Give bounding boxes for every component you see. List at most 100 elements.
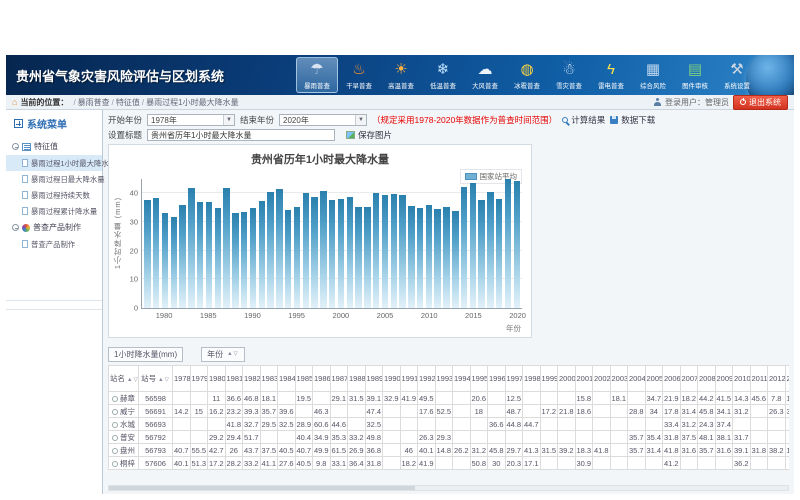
save-image-button[interactable]: 保存图片: [346, 129, 392, 141]
station-id-header[interactable]: 站号▲▽: [139, 366, 173, 392]
value-cell: 40.1: [418, 444, 436, 457]
toolbar-item-drought[interactable]: ♨干旱普查: [338, 57, 380, 93]
year-header-1994[interactable]: 1994: [453, 366, 471, 392]
year-header-2007[interactable]: 2007: [680, 366, 698, 392]
calculate-button[interactable]: 计算结果: [562, 114, 605, 126]
start-year-select[interactable]: 1978年 ▼: [147, 114, 235, 126]
year-header-1995[interactable]: 1995: [470, 366, 488, 392]
year-header-2011[interactable]: 2011: [750, 366, 768, 392]
sort-arrows-icon[interactable]: ▲▽: [127, 377, 139, 383]
year-header-2004[interactable]: 2004: [628, 366, 646, 392]
year-header-2006[interactable]: 2006: [663, 366, 681, 392]
year-header-1980[interactable]: 1980: [208, 366, 226, 392]
toolbar-item-hail[interactable]: ◍冰雹普查: [506, 57, 548, 93]
year-header-1999[interactable]: 1999: [540, 366, 558, 392]
year-header-2008[interactable]: 2008: [698, 366, 716, 392]
year-header-1996[interactable]: 1996: [488, 366, 506, 392]
year-header-2000[interactable]: 2000: [558, 366, 576, 392]
year-header-1982[interactable]: 1982: [243, 366, 261, 392]
value-cell: 51.7: [243, 431, 261, 444]
logout-button[interactable]: 退出系统: [733, 95, 788, 110]
station-name-cell: 威宁: [109, 405, 139, 418]
row-radio-button[interactable]: [112, 396, 118, 402]
chart-bar-1984: [197, 202, 203, 308]
start-year-value: 1978年: [151, 115, 177, 126]
disk-icon: [610, 116, 618, 124]
year-header-2003[interactable]: 2003: [610, 366, 628, 392]
year-header-1979[interactable]: 1979: [190, 366, 208, 392]
chart-title: 贵州省历年1小时最大降水量: [109, 145, 531, 167]
value-cell: 40.1: [173, 457, 191, 470]
value-cell: 34.9: [313, 431, 331, 444]
sidebar-item-0-2[interactable]: 暴雨过程持续天数: [6, 187, 102, 203]
toolbar-item-settings[interactable]: ⚒系统设置: [716, 57, 758, 93]
row-radio-button[interactable]: [112, 461, 118, 467]
year-header-1986[interactable]: 1986: [313, 366, 331, 392]
user-area: 登录用户：管理员 退出系统: [654, 95, 788, 110]
value-cell: 18.2: [680, 392, 698, 405]
year-header-2001[interactable]: 2001: [575, 366, 593, 392]
chart-title-input[interactable]: [147, 129, 335, 141]
table-metric-control[interactable]: 1小时降水量(mm): [108, 347, 183, 362]
sort-arrows-icon[interactable]: ▲▽: [158, 377, 170, 383]
year-header-1998[interactable]: 1998: [523, 366, 541, 392]
toolbar-item-rainstorm[interactable]: ☂暴雨普查: [296, 57, 338, 93]
row-radio-button[interactable]: [112, 422, 118, 428]
toolbar-item-snow[interactable]: ☃雪灾普查: [548, 57, 590, 93]
year-header-1981[interactable]: 1981: [225, 366, 243, 392]
row-radio-button[interactable]: [112, 448, 118, 454]
table-sort-year-control[interactable]: 年份 ▲▽: [201, 347, 245, 362]
breadcrumb-segment[interactable]: 特征值: [116, 98, 140, 107]
breadcrumb-segment[interactable]: 暴雨过程1小时最大降水量: [146, 98, 238, 107]
sidebar-item-0-3[interactable]: 暴雨过程累计降水量: [6, 203, 102, 219]
year-header-1984[interactable]: 1984: [278, 366, 296, 392]
value-cell: 39.6: [278, 405, 296, 418]
year-header-2012[interactable]: 2012: [768, 366, 786, 392]
year-header-1993[interactable]: 1993: [435, 366, 453, 392]
chart-bar-2015: [470, 183, 476, 308]
year-header-1978[interactable]: 1978: [173, 366, 191, 392]
sidebar-item-0-1[interactable]: 暴雨过程日最大降水量: [6, 171, 102, 187]
year-header-1985[interactable]: 1985: [295, 366, 313, 392]
toolbar-item-map-review[interactable]: ▤图件审核: [674, 57, 716, 93]
end-year-select[interactable]: 2020年 ▼: [279, 114, 367, 126]
lightning-icon: ϟ: [607, 59, 615, 81]
year-header-2002[interactable]: 2002: [593, 366, 611, 392]
year-header-1991[interactable]: 1991: [400, 366, 418, 392]
chart-bar-2013: [452, 211, 458, 308]
toolbar-item-low-temp[interactable]: ❄低温普查: [422, 57, 464, 93]
sidebar-group-1[interactable]: 普查产品制作: [6, 219, 102, 236]
toolbar-item-lightning[interactable]: ϟ雷电普查: [590, 57, 632, 93]
sidebar-group-0[interactable]: 特征值: [6, 138, 102, 155]
year-header-1992[interactable]: 1992: [418, 366, 436, 392]
toolbar-item-risk[interactable]: ▦综合风险: [632, 57, 674, 93]
row-radio-button[interactable]: [112, 435, 118, 441]
breadcrumb-segment[interactable]: 暴雨普查: [78, 98, 110, 107]
collapse-toggle-icon[interactable]: [12, 143, 19, 150]
year-header-1988[interactable]: 1988: [348, 366, 366, 392]
year-header-1997[interactable]: 1997: [505, 366, 523, 392]
table-header-row: 站名▲▽站号▲▽19781979198019811982198319841985…: [109, 366, 790, 392]
toolbar-item-high-temp[interactable]: ☀高温普查: [380, 57, 422, 93]
download-button[interactable]: 数据下载: [610, 114, 655, 126]
year-header-2005[interactable]: 2005: [645, 366, 663, 392]
year-header-1989[interactable]: 1989: [365, 366, 383, 392]
year-header-2009[interactable]: 2009: [715, 366, 733, 392]
year-header-1990[interactable]: 1990: [383, 366, 401, 392]
sidebar-item-1-0[interactable]: 普查产品制作: [6, 236, 102, 252]
year-header-2010[interactable]: 2010: [733, 366, 751, 392]
sidebar-item-label: 暴雨过程日最大降水量: [31, 174, 105, 184]
value-cell: [680, 457, 698, 470]
year-header-2013[interactable]: 2013: [785, 366, 789, 392]
collapse-toggle-icon[interactable]: [12, 224, 19, 231]
value-cell: 34: [645, 405, 663, 418]
toolbar-item-label: 干旱普查: [346, 81, 372, 90]
toolbar-item-wind[interactable]: ☁大风普查: [464, 57, 506, 93]
row-radio-button[interactable]: [112, 409, 118, 415]
scrollbar-thumb[interactable]: [109, 486, 415, 490]
year-header-1987[interactable]: 1987: [330, 366, 348, 392]
station-name-header[interactable]: 站名▲▽: [109, 366, 139, 392]
horizontal-scrollbar[interactable]: [108, 485, 789, 491]
sidebar-item-0-0[interactable]: 暴雨过程1小时最大降水量: [6, 155, 102, 171]
year-header-1983[interactable]: 1983: [260, 366, 278, 392]
